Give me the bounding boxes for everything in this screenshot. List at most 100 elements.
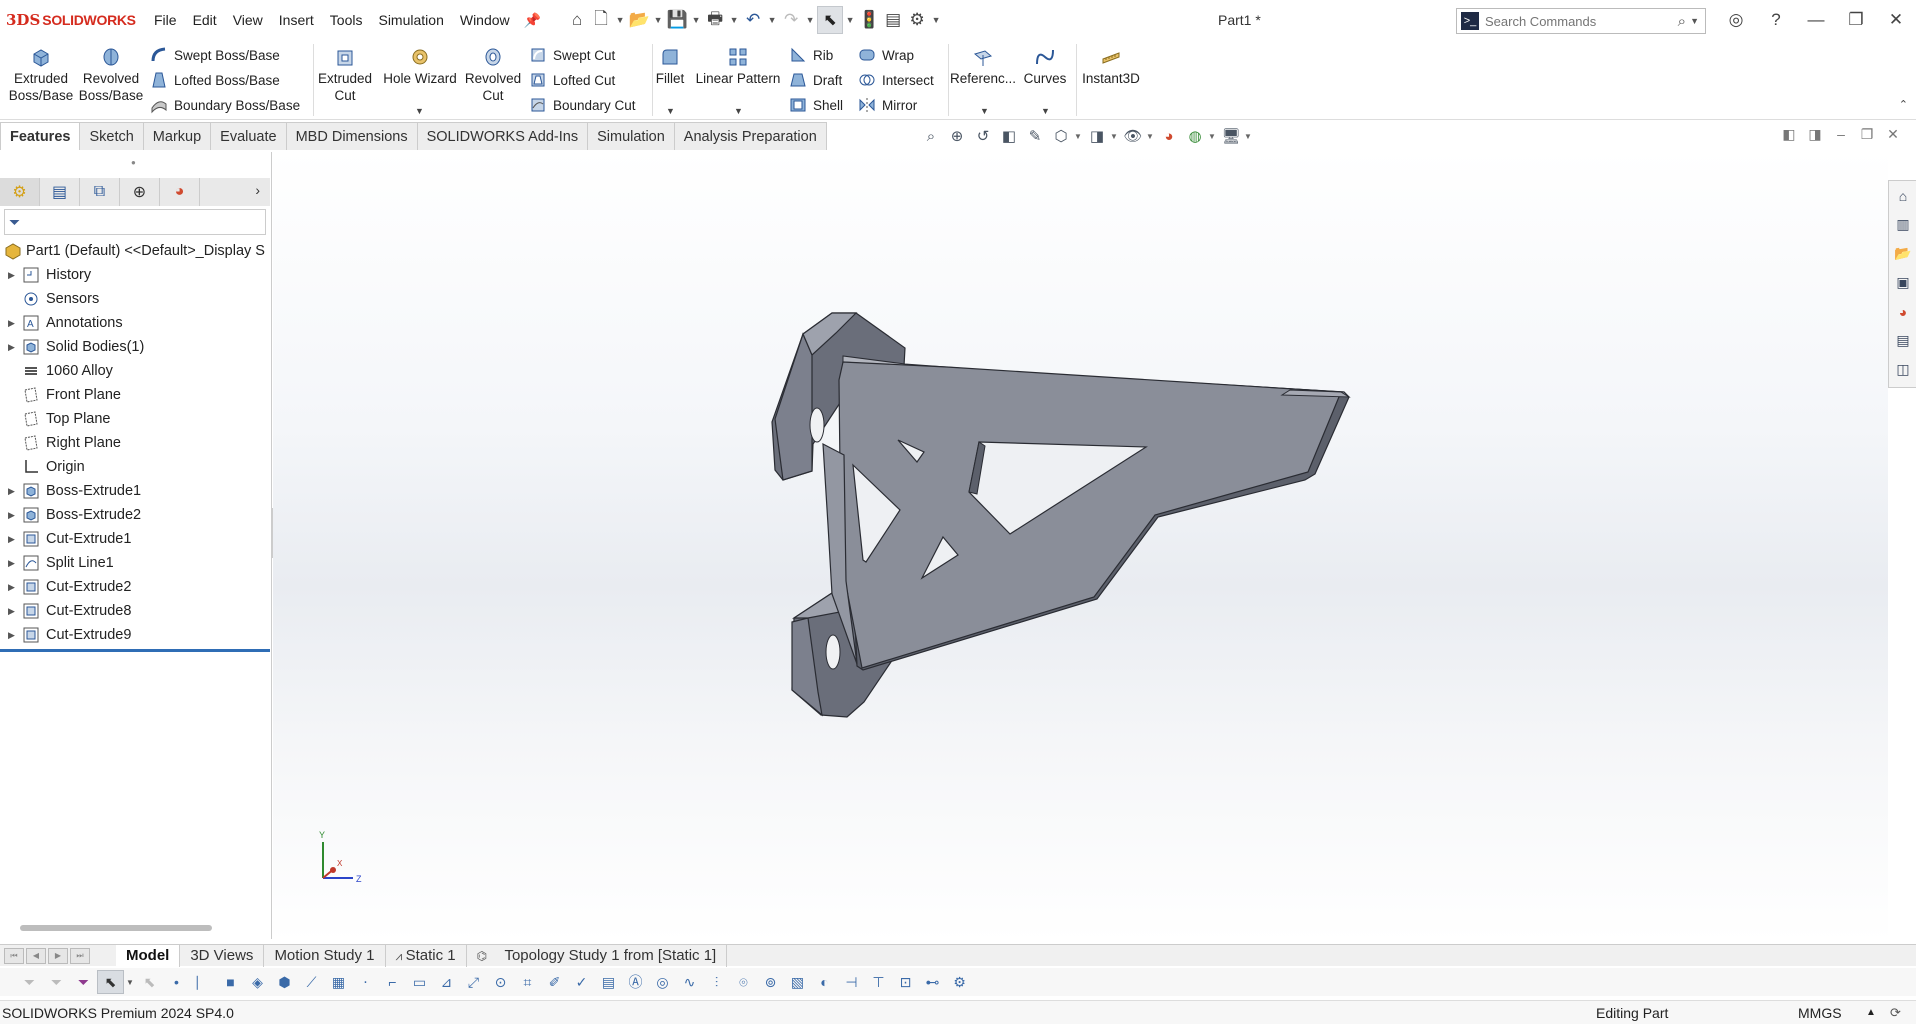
view-settings-icon[interactable]: 🖥	[1218, 125, 1244, 147]
menu-tools[interactable]: Tools	[322, 0, 371, 40]
settings-icon[interactable]: ⚙	[946, 970, 973, 994]
expand-arrow-icon[interactable]: ▶	[0, 342, 22, 353]
redo-icon[interactable]: ↷	[779, 7, 803, 33]
instant3d-button[interactable]: Instant3D	[1078, 46, 1144, 87]
reference-geometry-button[interactable]: Referenc...	[950, 46, 1016, 87]
tree-item[interactable]: ▶ Solid Bodies(1)	[0, 335, 270, 359]
line-icon[interactable]: ⎸	[190, 970, 217, 994]
tab-analysis-preparation[interactable]: Analysis Preparation	[673, 122, 827, 150]
tree-item[interactable]: Right Plane	[0, 431, 270, 455]
save-icon[interactable]: 💾	[665, 7, 689, 33]
chevron-down-icon[interactable]: ▼	[1244, 132, 1254, 141]
expand-arrow-icon[interactable]: ▶	[0, 270, 22, 281]
chevron-down-icon[interactable]: ▼	[727, 15, 741, 25]
open-folder-icon[interactable]: 📂	[627, 7, 651, 33]
chevron-down-icon[interactable]: ▼	[980, 106, 989, 116]
property-manager-tab-icon[interactable]: ▤	[40, 178, 80, 206]
menu-file[interactable]: File	[146, 0, 185, 40]
rib-button[interactable]: Rib	[789, 44, 833, 66]
draft-button[interactable]: Draft	[789, 69, 842, 91]
chevron-down-icon[interactable]: ▼	[1146, 132, 1156, 141]
swept-cut-button[interactable]: Swept Cut	[529, 44, 615, 66]
apply-scene-icon[interactable]: ◍	[1182, 125, 1208, 147]
custom-properties-icon[interactable]: ▤	[1889, 326, 1916, 355]
tab-features[interactable]: Features	[0, 122, 81, 150]
expand-arrow-icon[interactable]: ▶	[0, 606, 22, 617]
next-tab-icon[interactable]: ▶	[48, 947, 68, 964]
design-library-icon[interactable]: ▥	[1889, 210, 1916, 239]
tree-item[interactable]: ▶ Cut-Extrude2	[0, 575, 270, 599]
tab-sketch[interactable]: Sketch	[79, 122, 144, 150]
note-icon[interactable]: Ⓐ	[622, 970, 649, 994]
tree-root[interactable]: Part1 (Default) <<Default>_Display S	[0, 239, 270, 263]
filter-icon[interactable]: ⏷	[16, 970, 43, 994]
annotation-icon[interactable]: ▤	[595, 970, 622, 994]
extruded-boss-button[interactable]: Extruded Boss/Base	[8, 46, 74, 104]
part-model[interactable]	[273, 150, 1888, 942]
extruded-cut-button[interactable]: Extruded Cut	[318, 46, 372, 104]
configuration-manager-tab-icon[interactable]: ⧉	[80, 178, 120, 206]
menu-insert[interactable]: Insert	[271, 0, 322, 40]
tree-item[interactable]: ▶ Cut-Extrude9	[0, 623, 270, 647]
minimize-icon[interactable]: —	[1796, 10, 1836, 30]
tree-item[interactable]: Origin	[0, 455, 270, 479]
chevron-down-icon[interactable]: ▼	[415, 106, 424, 116]
feature-manager-tab-icon[interactable]: ⚙	[0, 178, 40, 206]
chevron-down-icon[interactable]: ▼	[124, 970, 136, 994]
search-icon[interactable]: ⌕	[1678, 13, 1686, 30]
tab-topology-study[interactable]: ⌬ Topology Study 1 from [Static 1]	[467, 944, 728, 967]
revolved-cut-button[interactable]: Revolved Cut	[463, 46, 523, 104]
solidworks-resources-icon[interactable]: ⌂	[1889, 181, 1916, 210]
tree-item[interactable]: Top Plane	[0, 407, 270, 431]
rollback-bar[interactable]	[0, 649, 270, 652]
help-icon[interactable]: ?	[1756, 10, 1796, 30]
first-tab-icon[interactable]: ⏮	[4, 947, 24, 964]
rectangle-icon[interactable]: ▭	[406, 970, 433, 994]
tree-item[interactable]: Front Plane	[0, 383, 270, 407]
lofted-cut-button[interactable]: Lofted Cut	[529, 69, 615, 91]
sketch-point-icon[interactable]: ⋅	[352, 970, 379, 994]
tab-markup[interactable]: Markup	[142, 122, 212, 150]
chevron-down-icon[interactable]: ▼	[1041, 106, 1050, 116]
chevron-down-icon[interactable]: ▼	[689, 15, 703, 25]
tree-item[interactable]: ▶ A Annotations	[0, 311, 270, 335]
chevron-down-icon[interactable]: ▼	[613, 15, 627, 25]
expand-arrow-icon[interactable]: ▶	[0, 486, 22, 497]
display-style-icon[interactable]: ◨	[1084, 125, 1110, 147]
rebuild-icon[interactable]: 🚦	[857, 7, 881, 33]
expand-arrow-icon[interactable]: ▶	[0, 510, 22, 521]
probe-icon[interactable]: ⌾	[730, 970, 757, 994]
tree-item[interactable]: ▶ Split Line1	[0, 551, 270, 575]
graph-icon[interactable]: ⫶	[703, 970, 730, 994]
previous-view-icon[interactable]: ↺	[970, 125, 996, 147]
chevron-down-icon[interactable]: ▼	[1110, 132, 1120, 141]
account-icon[interactable]: ◎	[1716, 10, 1756, 30]
view-palette-icon[interactable]: ▣	[1889, 268, 1916, 297]
marker-icon[interactable]: ⊣	[838, 970, 865, 994]
restore-icon[interactable]: ❐	[1836, 10, 1876, 30]
tree-item[interactable]: Sensors	[0, 287, 270, 311]
last-tab-icon[interactable]: ⏭	[70, 947, 90, 964]
close-icon[interactable]: ✕	[1876, 10, 1916, 30]
view-orientation-icon[interactable]: ⬡	[1048, 125, 1074, 147]
forum-icon[interactable]: ◫	[1889, 355, 1916, 384]
previous-tab-icon[interactable]: ◀	[26, 947, 46, 964]
swept-boss-button[interactable]: Swept Boss/Base	[150, 44, 280, 66]
display-manager-tab-icon[interactable]: ◕	[160, 178, 200, 206]
expand-arrow-icon[interactable]: ▶	[0, 318, 22, 329]
chevron-down-icon[interactable]: ▼	[1690, 16, 1699, 26]
chevron-down-icon[interactable]: ▼	[765, 15, 779, 25]
expand-arrow-icon[interactable]: ▶	[0, 582, 22, 593]
check-icon[interactable]: ✓	[568, 970, 595, 994]
pattern-icon[interactable]: ▦	[325, 970, 352, 994]
dimxpert-manager-tab-icon[interactable]: ⊕	[120, 178, 160, 206]
rebuild-status-icon[interactable]: ⟳	[1890, 1005, 1901, 1021]
menu-window[interactable]: Window	[452, 0, 518, 40]
home-icon[interactable]: ⌂	[565, 7, 589, 33]
expand-arrow-icon[interactable]: ▶	[0, 558, 22, 569]
lofted-boss-button[interactable]: Lofted Boss/Base	[150, 69, 280, 91]
new-document-icon[interactable]: 🗋	[589, 7, 613, 33]
boundary-cut-button[interactable]: Boundary Cut	[529, 94, 636, 116]
dynamic-annotation-icon[interactable]: ✎	[1022, 125, 1048, 147]
hide-show-items-icon[interactable]: 👁	[1120, 125, 1146, 147]
